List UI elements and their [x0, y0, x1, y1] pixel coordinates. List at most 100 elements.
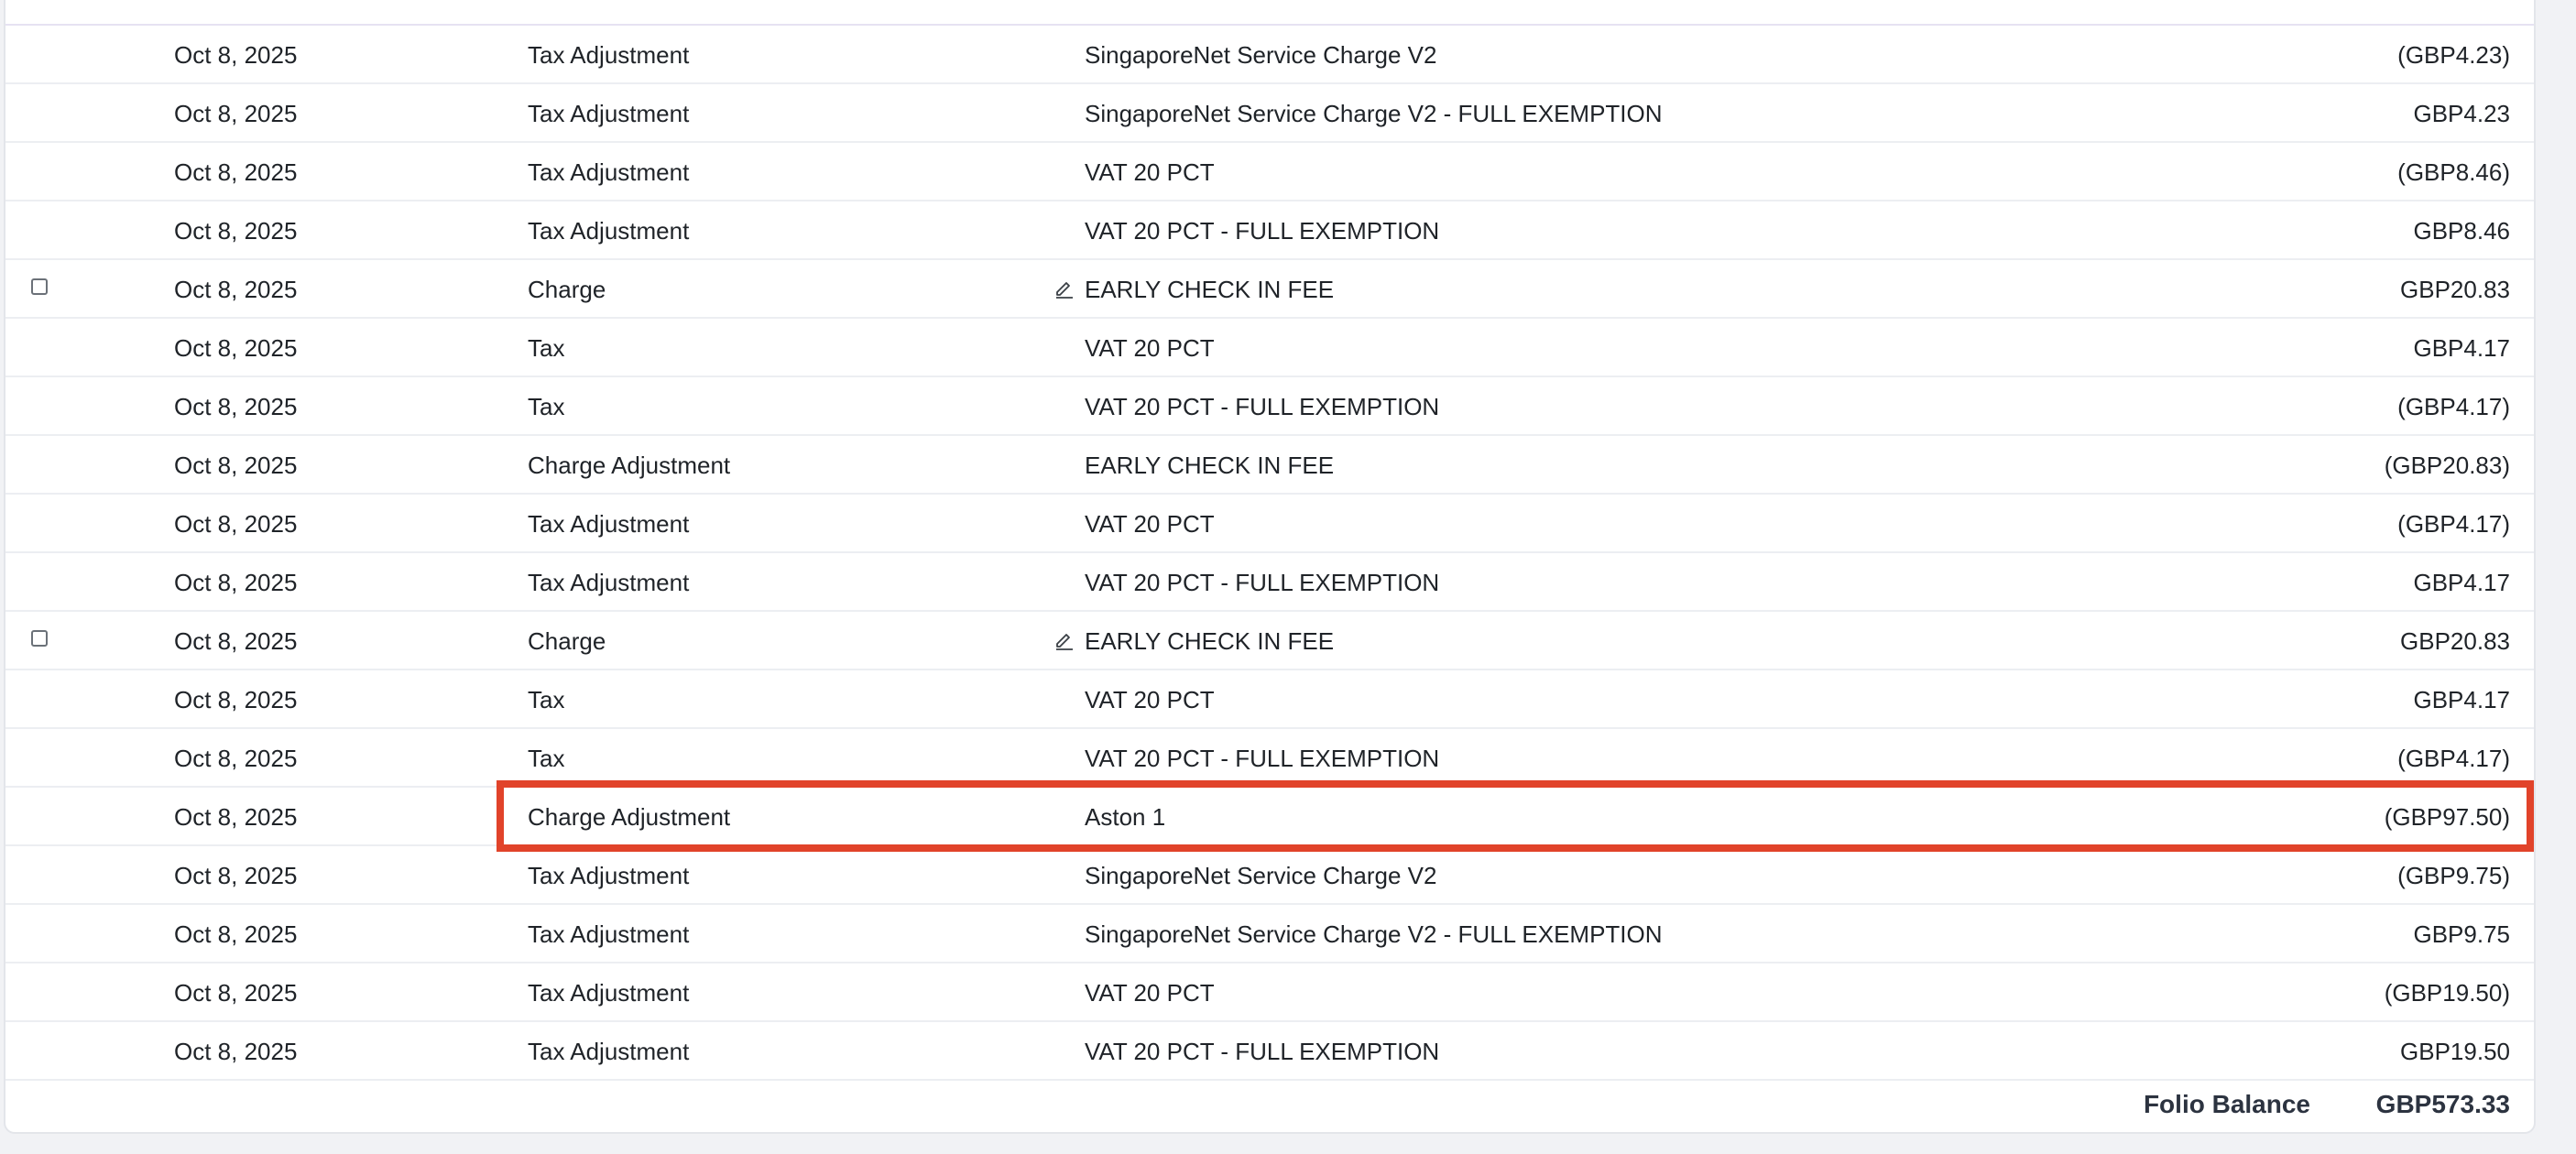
- row-amount: (GBP4.17): [2397, 393, 2510, 420]
- row-type: Charge Adjustment: [528, 452, 731, 479]
- row-date: Oct 8, 2025: [174, 276, 298, 303]
- row-date: Oct 8, 2025: [174, 217, 298, 245]
- row-type: Tax Adjustment: [528, 920, 690, 948]
- row-type: Tax Adjustment: [528, 569, 690, 596]
- row-date: Oct 8, 2025: [174, 686, 298, 713]
- pencil-edit-icon[interactable]: [1053, 630, 1075, 652]
- row-date: Oct 8, 2025: [174, 803, 298, 831]
- row-date: Oct 8, 2025: [174, 158, 298, 186]
- row-date: Oct 8, 2025: [174, 862, 298, 889]
- row-description: VAT 20 PCT: [1085, 979, 1215, 1007]
- row-description: SingaporeNet Service Charge V2: [1085, 41, 1437, 69]
- table-row[interactable]: Oct 8, 2025 Tax Adjustment VAT 20 PCT - …: [5, 553, 2534, 612]
- row-date: Oct 8, 2025: [174, 393, 298, 420]
- row-description: VAT 20 PCT - FULL EXEMPTION: [1085, 1038, 1440, 1065]
- row-amount: GBP4.17: [2413, 569, 2510, 596]
- row-type: Tax: [528, 686, 565, 713]
- row-date: Oct 8, 2025: [174, 452, 298, 479]
- row-type: Charge Adjustment: [528, 803, 731, 831]
- row-type: Tax: [528, 334, 565, 362]
- folio-balance-label: Folio Balance: [2143, 1090, 2310, 1118]
- row-amount: GBP20.83: [2400, 627, 2510, 655]
- row-date: Oct 8, 2025: [174, 979, 298, 1007]
- row-amount: (GBP4.17): [2397, 745, 2510, 772]
- row-amount: (GBP20.83): [2384, 452, 2510, 479]
- row-amount: (GBP8.46): [2397, 158, 2510, 186]
- row-description: Aston 1: [1085, 803, 1166, 831]
- table-row[interactable]: Oct 8, 2025 Tax VAT 20 PCT - FULL EXEMPT…: [5, 377, 2534, 436]
- row-type: Tax: [528, 393, 565, 420]
- table-row[interactable]: Oct 8, 2025 Tax VAT 20 PCT - FULL EXEMPT…: [5, 729, 2534, 788]
- row-type: Tax Adjustment: [528, 158, 690, 186]
- row-date: Oct 8, 2025: [174, 569, 298, 596]
- row-amount: GBP8.46: [2413, 217, 2510, 245]
- table-row[interactable]: Oct 8, 2025 Tax Adjustment VAT 20 PCT - …: [5, 201, 2534, 260]
- table-row[interactable]: Oct 8, 2025 Tax Adjustment VAT 20 PCT (G…: [5, 495, 2534, 553]
- table-row[interactable]: Oct 8, 2025 Charge EARLY CHECK IN FEE GB…: [5, 260, 2534, 319]
- row-type: Charge: [528, 276, 606, 303]
- table-row[interactable]: Oct 8, 2025 Tax Adjustment VAT 20 PCT (G…: [5, 963, 2534, 1022]
- row-date: Oct 8, 2025: [174, 627, 298, 655]
- row-amount: (GBP9.75): [2397, 862, 2510, 889]
- row-type: Tax: [528, 745, 565, 772]
- table-row[interactable]: Oct 8, 2025 Charge EARLY CHECK IN FEE GB…: [5, 612, 2534, 670]
- table-row[interactable]: Oct 8, 2025 Tax Adjustment SingaporeNet …: [5, 846, 2534, 905]
- row-amount: (GBP19.50): [2384, 979, 2510, 1007]
- table-row[interactable]: Oct 8, 2025 Tax Adjustment VAT 20 PCT (G…: [5, 143, 2534, 201]
- row-amount: GBP20.83: [2400, 276, 2510, 303]
- row-amount: GBP4.23: [2413, 100, 2510, 127]
- row-description: VAT 20 PCT - FULL EXEMPTION: [1085, 393, 1440, 420]
- row-description: EARLY CHECK IN FEE: [1085, 452, 1335, 479]
- row-date: Oct 8, 2025: [174, 41, 298, 69]
- row-date: Oct 8, 2025: [174, 334, 298, 362]
- table-row[interactable]: Oct 8, 2025 Tax Adjustment SingaporeNet …: [5, 26, 2534, 84]
- folio-balance-footer: Folio Balance GBP573.33: [5, 1081, 2534, 1128]
- row-description: EARLY CHECK IN FEE: [1085, 276, 1335, 303]
- row-type: Tax Adjustment: [528, 979, 690, 1007]
- table-row[interactable]: Oct 8, 2025 Tax VAT 20 PCT GBP4.17: [5, 319, 2534, 377]
- row-type: Tax Adjustment: [528, 862, 690, 889]
- partial-row-above: [5, 0, 2534, 26]
- row-description: VAT 20 PCT - FULL EXEMPTION: [1085, 569, 1440, 596]
- row-type: Tax Adjustment: [528, 41, 690, 69]
- row-type: Tax Adjustment: [528, 100, 690, 127]
- row-description: EARLY CHECK IN FEE: [1085, 627, 1335, 655]
- row-date: Oct 8, 2025: [174, 745, 298, 772]
- row-description: SingaporeNet Service Charge V2 - FULL EX…: [1085, 920, 1663, 948]
- row-description: VAT 20 PCT: [1085, 510, 1215, 538]
- table-row[interactable]: Oct 8, 2025 Charge Adjustment EARLY CHEC…: [5, 436, 2534, 495]
- row-select-checkbox[interactable]: [31, 630, 48, 647]
- row-date: Oct 8, 2025: [174, 100, 298, 127]
- row-date: Oct 8, 2025: [174, 920, 298, 948]
- row-type: Tax Adjustment: [528, 1038, 690, 1065]
- table-row[interactable]: Oct 8, 2025 Tax VAT 20 PCT GBP4.17: [5, 670, 2534, 729]
- table-row[interactable]: Oct 8, 2025 Tax Adjustment SingaporeNet …: [5, 84, 2534, 143]
- row-amount: (GBP97.50): [2384, 803, 2510, 831]
- row-description: VAT 20 PCT - FULL EXEMPTION: [1085, 745, 1440, 772]
- row-amount: GBP9.75: [2413, 920, 2510, 948]
- row-description: VAT 20 PCT: [1085, 158, 1215, 186]
- row-amount: (GBP4.23): [2397, 41, 2510, 69]
- row-description: SingaporeNet Service Charge V2 - FULL EX…: [1085, 100, 1663, 127]
- row-date: Oct 8, 2025: [174, 1038, 298, 1065]
- row-date: Oct 8, 2025: [174, 510, 298, 538]
- table-row[interactable]: Oct 8, 2025 Tax Adjustment VAT 20 PCT - …: [5, 1022, 2534, 1081]
- row-amount: (GBP4.17): [2397, 510, 2510, 538]
- row-amount: GBP4.17: [2413, 334, 2510, 362]
- table-row[interactable]: Oct 8, 2025 Tax Adjustment SingaporeNet …: [5, 905, 2534, 963]
- row-description: VAT 20 PCT: [1085, 686, 1215, 713]
- row-type: Charge: [528, 627, 606, 655]
- row-description: VAT 20 PCT - FULL EXEMPTION: [1085, 217, 1440, 245]
- row-description: VAT 20 PCT: [1085, 334, 1215, 362]
- folio-ledger-panel: Oct 8, 2025 Tax Adjustment SingaporeNet …: [4, 0, 2536, 1134]
- row-select-checkbox[interactable]: [31, 278, 48, 295]
- folio-balance-value: GBP573.33: [2375, 1090, 2510, 1118]
- row-type: Tax Adjustment: [528, 510, 690, 538]
- pencil-edit-icon[interactable]: [1053, 278, 1075, 300]
- table-row-highlighted[interactable]: Oct 8, 2025 Charge Adjustment Aston 1 (G…: [5, 788, 2534, 846]
- row-description: SingaporeNet Service Charge V2: [1085, 862, 1437, 889]
- row-amount: GBP4.17: [2413, 686, 2510, 713]
- row-type: Tax Adjustment: [528, 217, 690, 245]
- ledger-rows: Oct 8, 2025 Tax Adjustment SingaporeNet …: [5, 26, 2534, 1081]
- row-amount: GBP19.50: [2400, 1038, 2510, 1065]
